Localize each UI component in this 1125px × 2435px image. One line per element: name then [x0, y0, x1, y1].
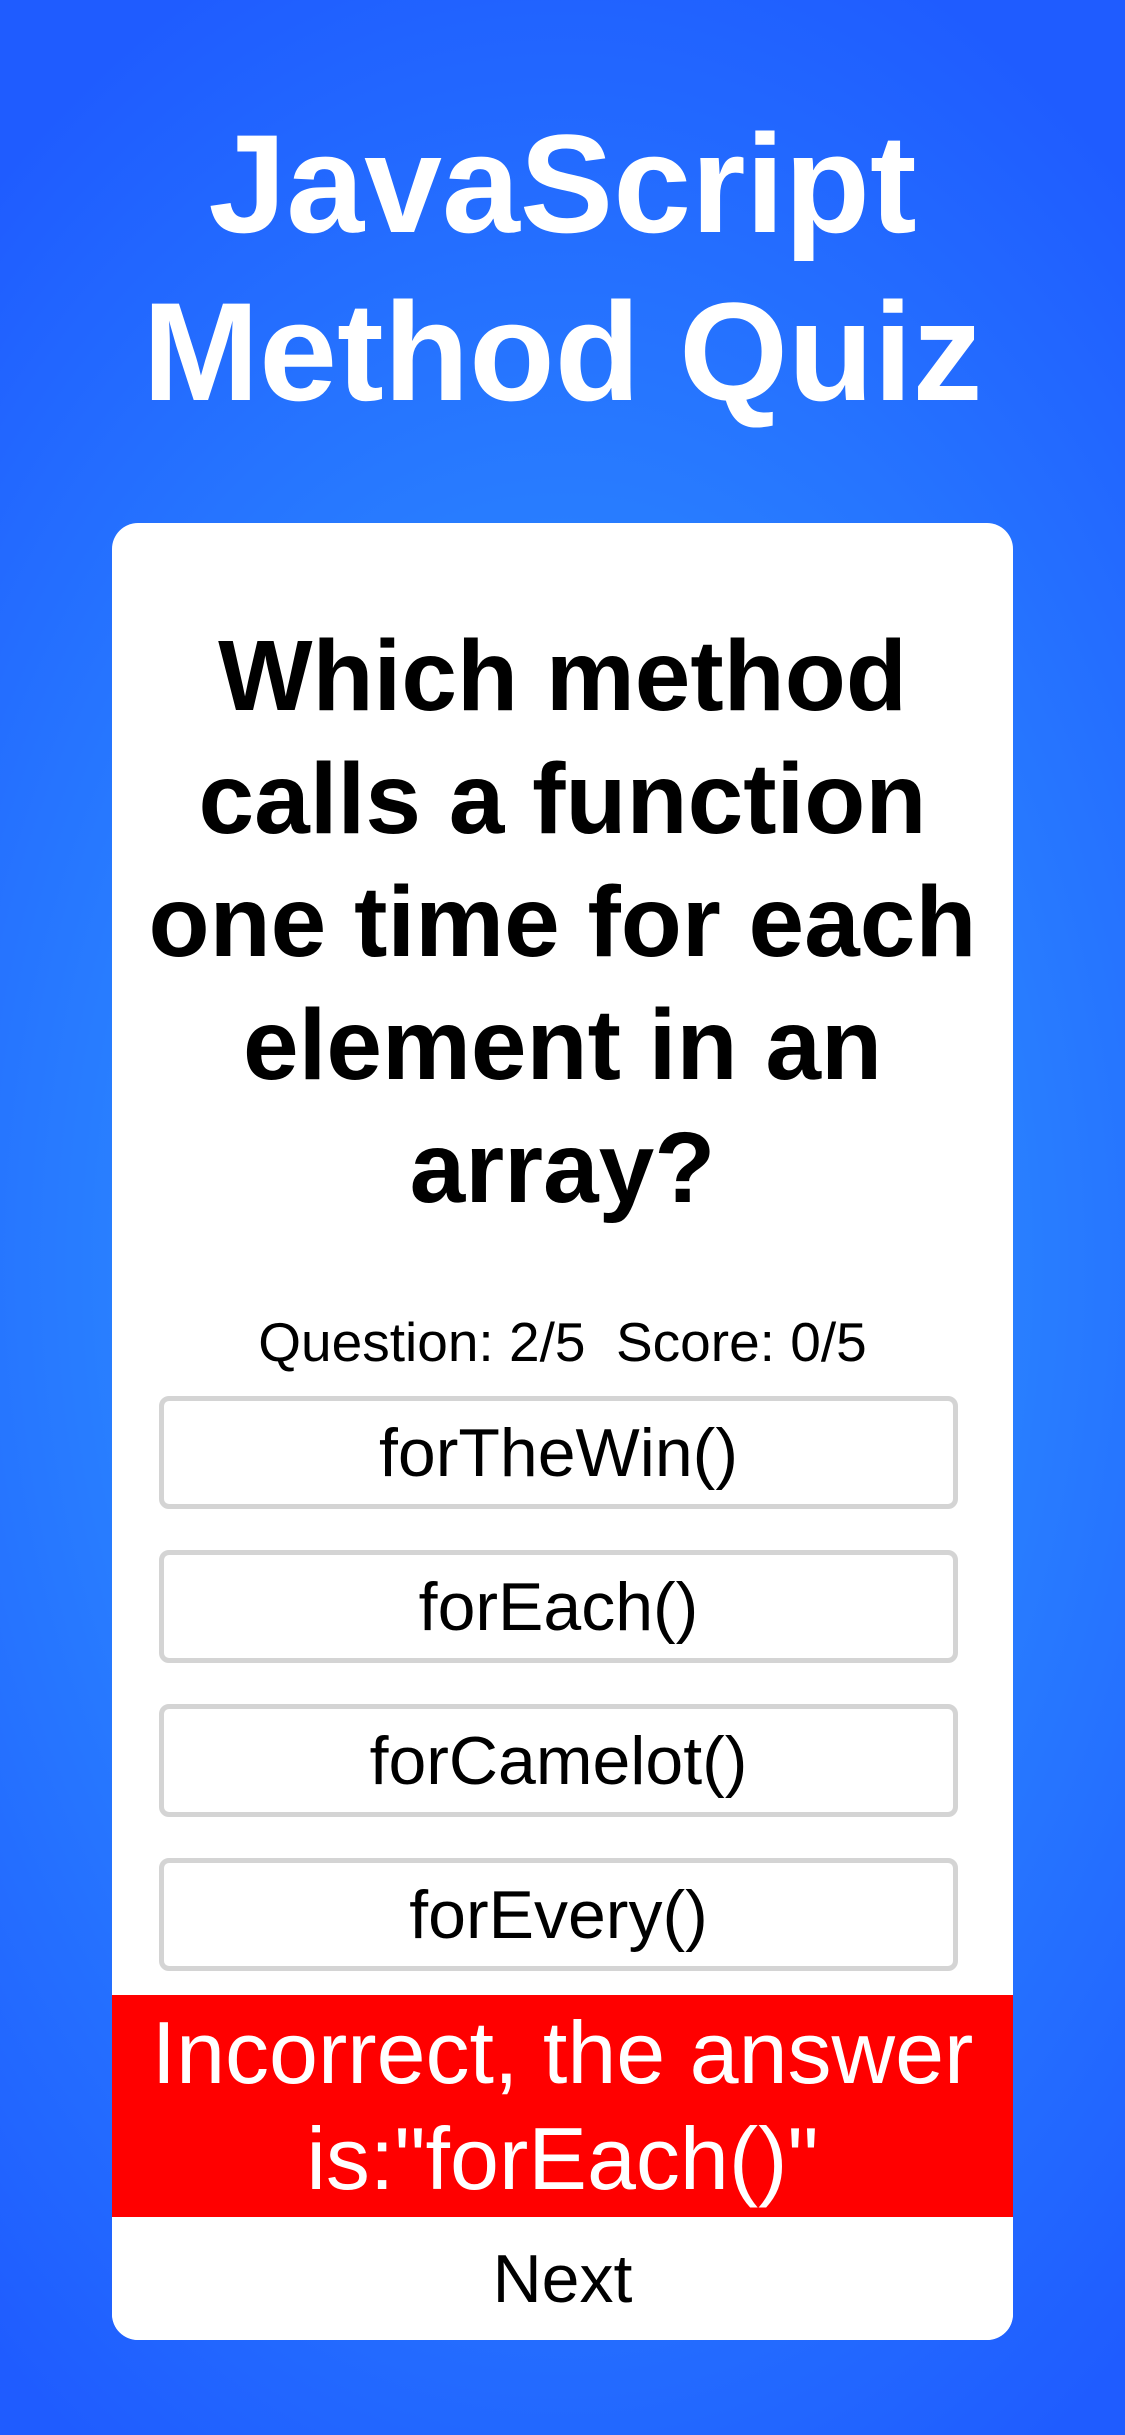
feedback-message-line-1: Incorrect, the answer	[151, 2003, 974, 2102]
answer-option-for-each[interactable]: forEach()	[159, 1550, 958, 1663]
app-title-line-1: JavaScript	[208, 105, 917, 262]
question-line: Which method	[218, 620, 907, 732]
question-line: array?	[409, 1112, 716, 1224]
question-text: Which method calls a function one time f…	[112, 615, 1013, 1230]
quiz-card: Which method calls a function one time f…	[112, 523, 1013, 2340]
next-button[interactable]: Next	[112, 2217, 1013, 2340]
answer-option-for-the-win[interactable]: forTheWin()	[159, 1396, 958, 1509]
question-score-status: Question: 2/5 Score: 0/5	[258, 1311, 867, 1373]
app-title-line-2: Method Quiz	[142, 273, 983, 430]
answer-option-for-camelot[interactable]: forCamelot()	[159, 1704, 958, 1817]
question-line: calls a function	[198, 743, 927, 855]
answer-option-for-every[interactable]: forEvery()	[159, 1858, 958, 1971]
question-line: element in an	[242, 989, 883, 1101]
app-title: JavaScript Method Quiz	[0, 100, 1125, 436]
feedback-banner: Incorrect, the answer is:"forEach()"	[112, 1995, 1013, 2217]
feedback-message-line-2: is:"forEach()"	[306, 2109, 819, 2208]
question-line: one time for each	[148, 866, 977, 978]
